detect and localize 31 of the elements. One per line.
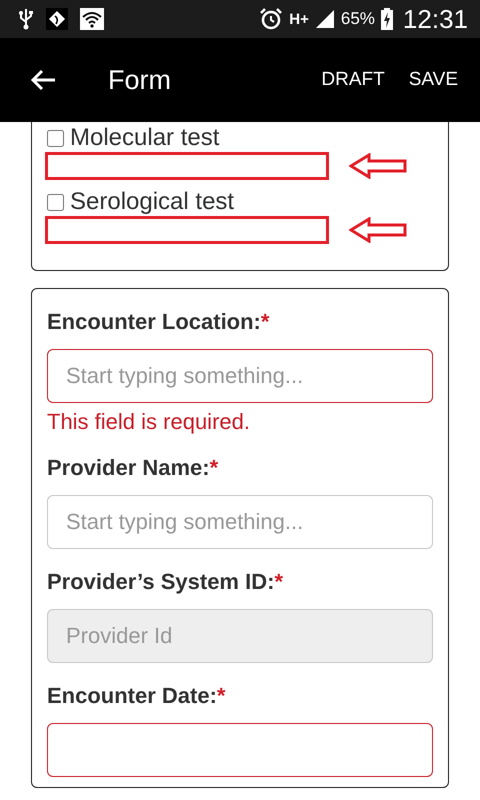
back-icon[interactable]: [30, 69, 56, 91]
clock: 12:31: [402, 4, 468, 34]
required-marker: *: [260, 309, 270, 334]
usb-icon: [18, 8, 34, 30]
required-marker: *: [274, 569, 283, 594]
checkbox[interactable]: [47, 130, 64, 146]
screen-title: Form: [108, 64, 172, 96]
battery-charging-icon: [380, 8, 393, 30]
alarm-icon: [259, 7, 284, 31]
network-type: H+: [289, 10, 309, 28]
wifi-icon: [80, 8, 104, 30]
app-icon: [46, 8, 68, 30]
required-marker: *: [210, 455, 218, 480]
field-label: Encounter Date:: [47, 683, 217, 708]
action-button[interactable]: DRAFT: [311, 63, 395, 97]
required-marker: *: [216, 683, 226, 708]
input-field[interactable]: Start typing something...: [47, 349, 433, 403]
option-label: Molecular test: [70, 124, 220, 152]
action-button[interactable]: SAVE: [398, 63, 468, 97]
field-label: Provider’s System ID:: [47, 569, 274, 594]
battery-level: 65%: [340, 9, 375, 29]
field-label: Encounter Location:: [47, 309, 261, 334]
checkbox[interactable]: [47, 194, 64, 210]
arrow-icon: [349, 217, 407, 243]
option-label: Serological test: [70, 188, 234, 216]
arrow-icon: [349, 153, 407, 179]
field-label: Provider Name:: [47, 455, 210, 480]
input-field[interactable]: Start typing something...: [47, 495, 433, 549]
error-message: This field is required.: [47, 409, 251, 435]
input-field[interactable]: [47, 723, 433, 777]
signal-icon: [314, 9, 335, 29]
